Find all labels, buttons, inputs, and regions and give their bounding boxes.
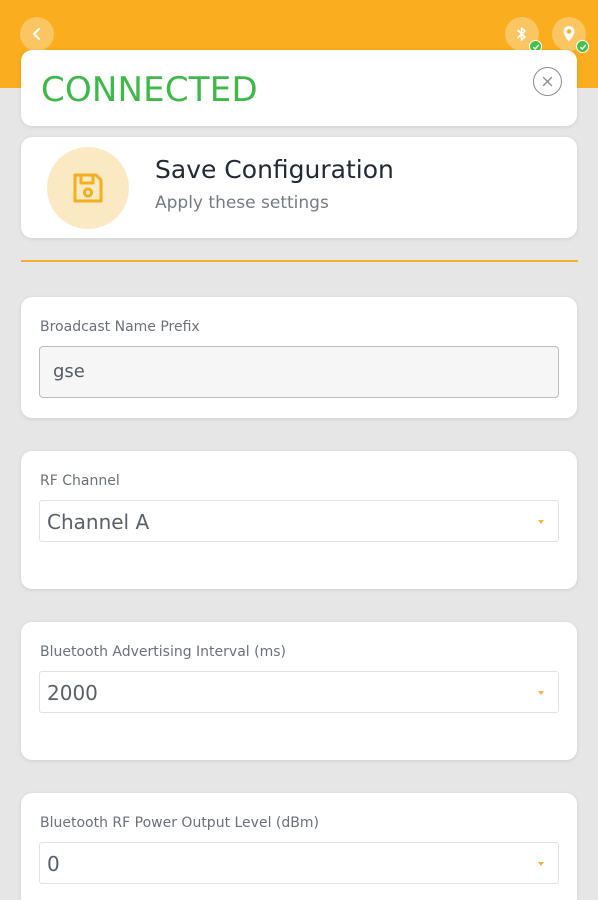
advertising-interval-label: Bluetooth Advertising Interval (ms) <box>40 644 286 660</box>
close-button[interactable] <box>533 67 562 96</box>
rf-power-label: Bluetooth RF Power Output Level (dBm) <box>40 815 319 831</box>
chevron-down-icon <box>538 520 544 524</box>
connection-status-text: CONNECTED <box>41 70 258 110</box>
rf-power-value: 0 <box>47 852 60 876</box>
rf-channel-value: Channel A <box>47 510 150 534</box>
rf-channel-card: RF Channel Channel A <box>21 451 577 589</box>
chevron-down-icon <box>538 691 544 695</box>
save-configuration-title: Save Configuration <box>155 155 394 184</box>
chevron-down-icon <box>538 862 544 866</box>
rf-channel-select[interactable]: Channel A <box>39 500 559 542</box>
connection-status-card: CONNECTED <box>21 50 577 126</box>
chevron-left-icon <box>32 27 41 41</box>
save-configuration-button[interactable]: Save Configuration Apply these settings <box>21 137 577 238</box>
location-icon <box>563 26 575 42</box>
advertising-interval-select[interactable]: 2000 <box>39 671 559 713</box>
rf-power-card: Bluetooth RF Power Output Level (dBm) 0 <box>21 793 577 900</box>
configuration-screen: CONNECTED Save Configuration Apply these… <box>0 0 598 900</box>
section-divider <box>21 260 578 262</box>
back-button[interactable] <box>20 17 54 51</box>
bluetooth-status-button[interactable] <box>505 17 542 53</box>
location-check-icon <box>576 40 589 53</box>
save-configuration-subtitle: Apply these settings <box>155 193 329 213</box>
bluetooth-icon <box>517 27 526 41</box>
save-icon <box>73 173 103 203</box>
save-icon-circle <box>47 147 129 229</box>
advertising-interval-card: Bluetooth Advertising Interval (ms) 2000 <box>21 622 577 760</box>
rf-channel-label: RF Channel <box>40 473 120 489</box>
broadcast-name-prefix-card: Broadcast Name Prefix gse <box>21 297 577 418</box>
rf-power-select[interactable]: 0 <box>39 842 559 884</box>
advertising-interval-value: 2000 <box>47 681 98 705</box>
location-status-button[interactable] <box>552 17 589 53</box>
broadcast-name-prefix-input[interactable]: gse <box>39 346 559 398</box>
close-icon <box>542 76 553 87</box>
broadcast-name-prefix-label: Broadcast Name Prefix <box>40 319 200 335</box>
